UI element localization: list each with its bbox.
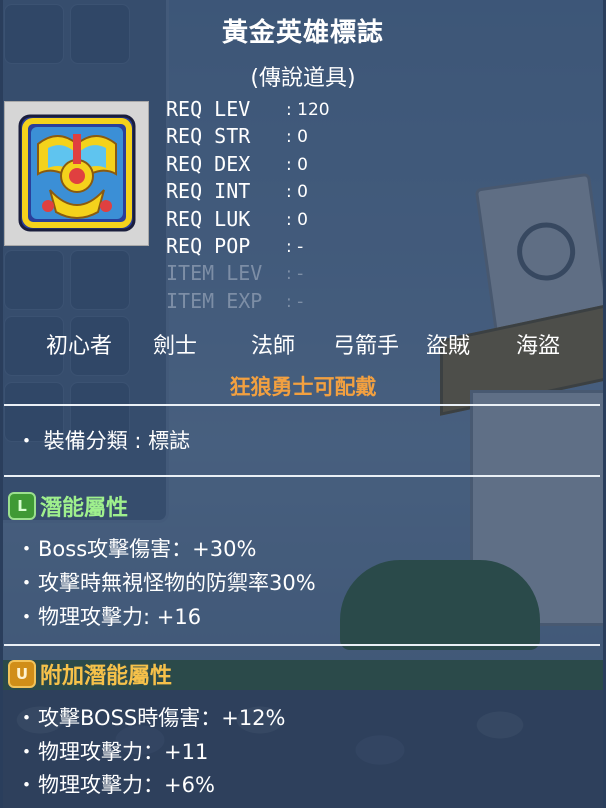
req-row-luk: REQ LUK : 0 (166, 206, 366, 233)
job-magician: 法師 (251, 334, 296, 359)
divider (4, 644, 600, 646)
bonus-potential-line: ・物理攻擊力：+11 (16, 740, 209, 764)
potential-line: ・物理攻擊力: +16 (16, 605, 202, 629)
req-label: REQ STR (166, 124, 251, 149)
item-name: 黃金英雄標誌 (221, 18, 384, 48)
class-restriction: 狂狼勇士可配戴 (229, 375, 377, 399)
req-value: : 0 (286, 154, 308, 175)
job-beginner: 初心者 (46, 334, 113, 359)
potential-line: ・Boss攻擊傷害：+30% (16, 537, 257, 561)
req-label: REQ INT (166, 179, 251, 204)
req-row-pop: REQ POP : - (166, 233, 366, 260)
job-class-list: 初心者 劍士 法師 弓箭手 盜賊 海盜 (0, 328, 606, 359)
item-icon-frame (4, 101, 149, 246)
bonus-potential-line: ・物理攻擊力：+6% (16, 773, 215, 797)
req-value: : 0 (286, 127, 308, 148)
job-pirate: 海盜 (516, 334, 561, 359)
divider (4, 404, 600, 406)
req-label: REQ DEX (166, 151, 251, 176)
equipment-category: ・ 裝備分類 : 標誌 (16, 429, 191, 453)
req-label: ITEM EXP (166, 288, 263, 313)
job-bowman: 弓箭手 (333, 334, 400, 359)
bonus-potential-title: 附加潛能屬性 (40, 664, 173, 689)
req-row-str: REQ STR : 0 (166, 123, 366, 150)
req-label: ITEM LEV (166, 261, 263, 286)
req-label: REQ LUK (166, 206, 251, 231)
potential-title: 潛能屬性 (40, 496, 129, 521)
req-label: REQ POP (166, 233, 251, 258)
divider (4, 475, 600, 477)
req-row-dex: REQ DEX : 0 (166, 151, 366, 178)
req-value: : 0 (286, 209, 308, 230)
req-value: : 0 (286, 182, 308, 203)
req-row-item-level: ITEM LEV : - (166, 260, 366, 287)
item-rarity: (傳說道具) (250, 66, 356, 91)
unique-grade-icon: U (8, 660, 36, 688)
golden-hero-emblem-icon (18, 114, 136, 232)
job-thief: 盜賊 (426, 334, 471, 359)
potential-line: ・攻擊時無視怪物的防禦率30% (16, 571, 316, 595)
job-warrior: 劍士 (153, 334, 198, 359)
req-label: REQ LEV (166, 97, 251, 121)
req-row-int: REQ INT : 0 (166, 178, 366, 205)
bonus-potential-line: ・攻擊BOSS時傷害：+12% (16, 706, 286, 730)
req-value: : - (286, 264, 304, 285)
legendary-grade-icon: L (8, 492, 36, 520)
req-row-level: REQ LEV : 120 (166, 96, 366, 123)
requirements-list: REQ LEV : 120 REQ STR : 0 REQ DEX : 0 RE… (166, 96, 366, 315)
req-value: : - (286, 291, 304, 312)
req-value: : 120 (286, 100, 330, 120)
req-row-item-exp: ITEM EXP : - (166, 288, 366, 315)
req-value: : - (286, 236, 304, 257)
item-tooltip: 黃金英雄標誌 (傳說道具) REQ LEV : 120 REQ STR : 0 … (0, 0, 606, 808)
